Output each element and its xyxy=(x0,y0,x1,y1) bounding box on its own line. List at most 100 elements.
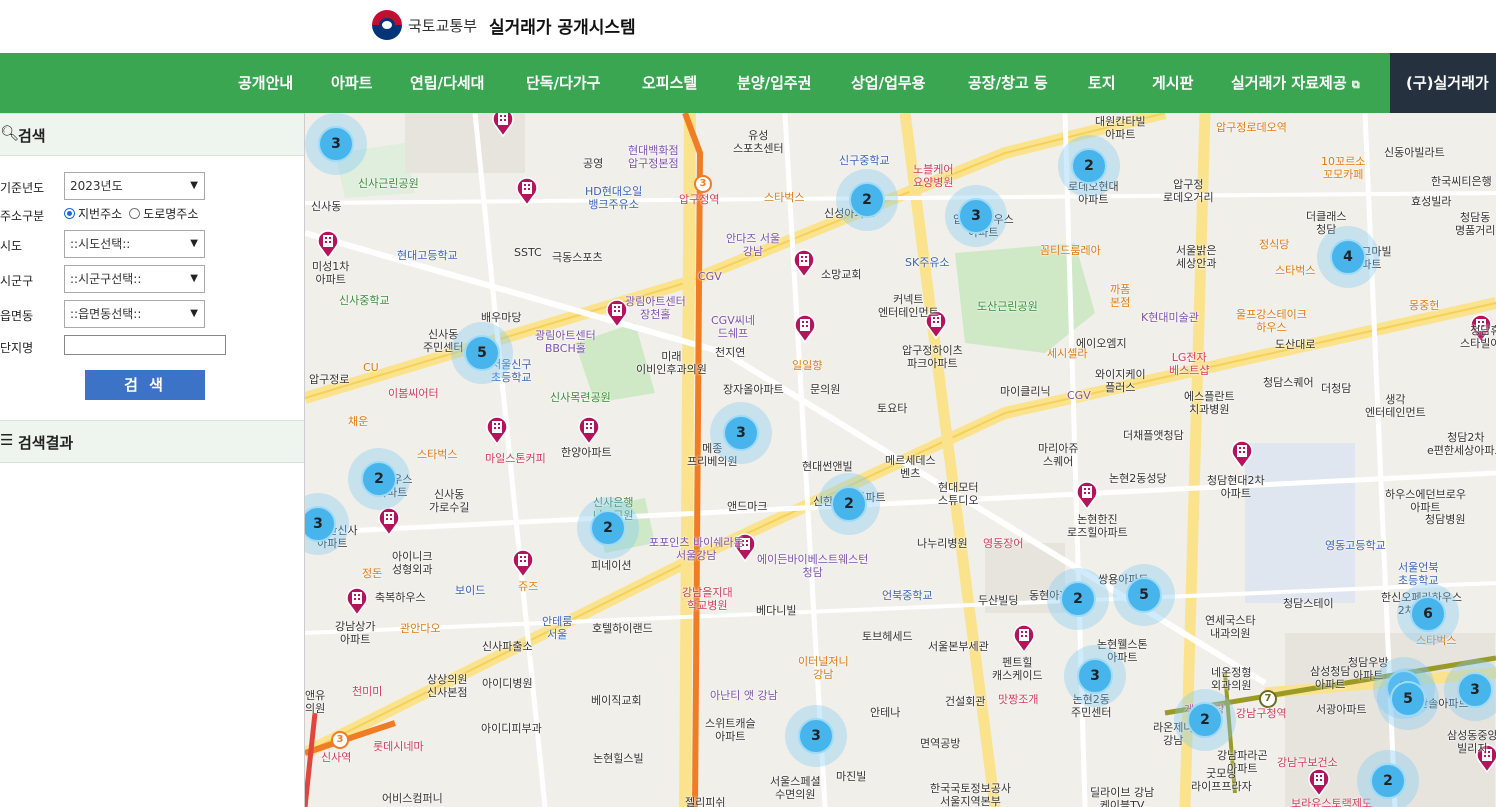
map-poi-label[interactable]: CGV씨네 드쉐프 xyxy=(711,314,755,340)
map-poi-label[interactable]: 에이오엠지 xyxy=(1076,337,1127,350)
map-poi-label[interactable]: 청담현대2차 아파트 xyxy=(1207,474,1265,500)
transaction-cluster[interactable]: 3 xyxy=(1064,645,1126,707)
map-poi-label[interactable]: 극동스포츠 xyxy=(552,251,603,264)
map-poi-label[interactable]: 아이니크 성형외과 xyxy=(392,550,432,576)
map-poi-label[interactable]: 신사역 xyxy=(321,751,351,764)
map-poi-label[interactable]: 한국국토정보공사 서울지역본부 xyxy=(930,782,1011,807)
nav-item-data-provision[interactable]: 실거래가 자료제공 ⧉ xyxy=(1231,53,1360,113)
apartment-marker-icon[interactable] xyxy=(345,586,369,616)
map-poi-label[interactable]: 면역공방 xyxy=(920,737,960,750)
map-poi-label[interactable]: 청담2차e편한세상아파트 xyxy=(1427,431,1496,457)
map-poi-label[interactable]: 아이디병원 xyxy=(482,677,533,690)
map-poi-label[interactable]: 앤유 의원 xyxy=(305,689,325,715)
map-poi-label[interactable]: 신사동 가로수길 xyxy=(429,488,469,514)
map-poi-label[interactable]: 신사동 xyxy=(311,200,341,213)
apartment-marker-icon[interactable] xyxy=(511,548,535,578)
map-poi-label[interactable]: 피네이션 xyxy=(591,559,631,572)
map-poi-label[interactable]: 굿모닝 라이프프라자 xyxy=(1191,767,1252,793)
map-poi-label[interactable]: LG전자 베스트샵 xyxy=(1169,351,1209,377)
map-poi-label[interactable]: 호텔하이랜드 xyxy=(592,622,653,635)
map-poi-label[interactable]: 하우스에던브로우 아파트 xyxy=(1385,488,1466,514)
map-poi-label[interactable]: 공영 xyxy=(583,157,603,170)
transaction-cluster[interactable]: 2 xyxy=(818,473,880,535)
sido-select[interactable]: ::시도선택:: ▼ xyxy=(64,230,205,258)
transaction-cluster[interactable]: 2 xyxy=(1357,750,1419,807)
apartment-marker-icon[interactable] xyxy=(793,313,817,343)
nav-item-apartment[interactable]: 아파트 xyxy=(331,53,372,113)
map-poi-label[interactable]: 신사목련공원 xyxy=(550,391,611,404)
map-poi-label[interactable]: 문의원 xyxy=(810,383,840,396)
map-poi-label[interactable]: 현대모터 스튜디오 xyxy=(938,481,978,507)
map-poi-label[interactable]: 강남구청역 xyxy=(1236,707,1287,720)
transaction-map[interactable]: 3 3 7 신사동 신사근린공원 미성1차 아파트 현대고등학교 신사중학교 SSTC 극동스… xyxy=(305,113,1496,807)
map-poi-label[interactable]: 미성1차 아파트 xyxy=(312,260,349,286)
map-poi-label[interactable]: 청담동 명품거리 xyxy=(1455,211,1495,237)
map-poi-label[interactable]: 신구중학교 xyxy=(839,154,890,167)
map-poi-label[interactable]: 채운 xyxy=(348,415,368,428)
map-poi-label[interactable]: 베이직교회 xyxy=(591,694,642,707)
map-poi-label[interactable]: 메르세데스 벤츠 xyxy=(885,454,936,480)
map-poi-label[interactable]: 소망교회 xyxy=(821,268,861,281)
map-poi-label[interactable]: 커넥트 엔터테인먼트 xyxy=(878,293,939,319)
map-poi-label[interactable]: 서울밝은 세상안과 xyxy=(1176,244,1216,270)
map-poi-label[interactable]: 까폼 본점 xyxy=(1110,283,1130,309)
map-poi-label[interactable]: 앤드마크 xyxy=(727,500,767,513)
transaction-cluster[interactable]: 2 xyxy=(577,497,639,559)
sigungu-select[interactable]: ::시군구선택:: ▼ xyxy=(64,265,205,293)
transaction-cluster[interactable]: 3 xyxy=(710,402,772,464)
map-poi-label[interactable]: 유성 스포츠센터 xyxy=(733,129,784,155)
map-poi-label[interactable]: 장자올아파트 xyxy=(723,383,784,396)
map-poi-label[interactable]: 삼성동중앙 빌리지 xyxy=(1447,729,1496,755)
apartment-marker-icon[interactable] xyxy=(377,506,401,536)
map-poi-label[interactable]: 마리아쥬 스퀘어 xyxy=(1038,442,1078,468)
map-poi-label[interactable]: 상상의원 신사본점 xyxy=(427,673,467,699)
old-system-link[interactable]: (구)실거래가 xyxy=(1390,53,1496,113)
map-poi-label[interactable]: 딜라이브 강남 케이블TV xyxy=(1090,786,1154,807)
transaction-cluster[interactable]: 3 xyxy=(305,113,367,175)
map-poi-label[interactable]: 압구정 로데오거리 xyxy=(1163,178,1214,204)
map-poi-label[interactable]: 신동아빌라트 xyxy=(1384,146,1445,159)
map-poi-label[interactable]: 도산근린공원 xyxy=(977,300,1038,313)
map-poi-label[interactable]: 네온정형 외과의원 xyxy=(1211,666,1251,692)
map-poi-label[interactable]: 토요타 xyxy=(877,402,907,415)
map-poi-label[interactable]: 연세국스타 내과의원 xyxy=(1205,614,1256,640)
map-poi-label[interactable]: 마일스톤커피 xyxy=(485,452,546,465)
map-poi-label[interactable]: 스타벅스 xyxy=(1275,264,1315,277)
map-poi-label[interactable]: 와이지케이 플러스 xyxy=(1095,368,1146,394)
map-poi-label[interactable]: 건설회관 xyxy=(945,695,985,708)
map-poi-label[interactable]: 현대썬앤빌 xyxy=(802,460,853,473)
map-poi-label[interactable]: 보라유스토랙제도 xyxy=(1291,797,1372,807)
map-poi-label[interactable]: 아이디피부과 xyxy=(481,722,542,735)
radio-jibun[interactable] xyxy=(64,208,75,219)
transaction-cluster[interactable]: 2 xyxy=(1047,568,1109,630)
map-poi-label[interactable]: 청담스테이 xyxy=(1283,597,1334,610)
subway-station-icon[interactable]: 7 xyxy=(1259,690,1277,708)
nav-item-land[interactable]: 토지 xyxy=(1088,53,1116,113)
map-poi-label[interactable]: 청담스퀘어 xyxy=(1263,376,1314,389)
apartment-marker-icon[interactable] xyxy=(1230,439,1254,469)
map-poi-label[interactable]: 몽중헌 xyxy=(1409,299,1439,312)
map-poi-label[interactable]: 쥬즈 xyxy=(518,580,538,593)
transaction-cluster[interactable]: 3 xyxy=(785,705,847,767)
search-button[interactable]: 검 색 xyxy=(85,370,205,400)
map-poi-label[interactable]: 현대백화점 압구정본점 xyxy=(628,144,679,170)
transaction-cluster[interactable]: 3 xyxy=(945,185,1007,247)
apartment-marker-icon[interactable] xyxy=(1307,767,1331,797)
transaction-cluster[interactable]: 2 xyxy=(836,169,898,231)
apartment-marker-icon[interactable] xyxy=(1075,480,1099,510)
map-poi-label[interactable]: 논현한진 로즈힐아파트 xyxy=(1067,513,1128,539)
map-poi-label[interactable]: 삼성청담 아파트 xyxy=(1310,665,1350,691)
nav-item-detached[interactable]: 단독/다가구 xyxy=(526,53,600,113)
map-poi-label[interactable]: 노블케어 요양병원 xyxy=(913,163,953,189)
map-poi-label[interactable]: 서울본부세관 xyxy=(928,640,989,653)
map-poi-label[interactable]: 정돈 xyxy=(362,567,382,580)
nav-item-guide[interactable]: 공개안내 xyxy=(238,53,293,113)
transaction-cluster[interactable]: 5 xyxy=(1377,668,1439,730)
map-poi-label[interactable]: 젤리피쉬 xyxy=(685,796,725,807)
map-poi-label[interactable]: 아난티 앳 강남 xyxy=(710,689,778,702)
map-poi-label[interactable]: 스타벅스 xyxy=(764,191,804,204)
map-poi-label[interactable]: 어비스컴퍼니 xyxy=(382,792,443,805)
map-poi-label[interactable]: 맛짱조개 xyxy=(998,693,1038,706)
map-poi-label[interactable]: 논현2동성당 xyxy=(1109,472,1167,485)
year-select[interactable]: 2023년도 ▼ xyxy=(64,172,205,200)
